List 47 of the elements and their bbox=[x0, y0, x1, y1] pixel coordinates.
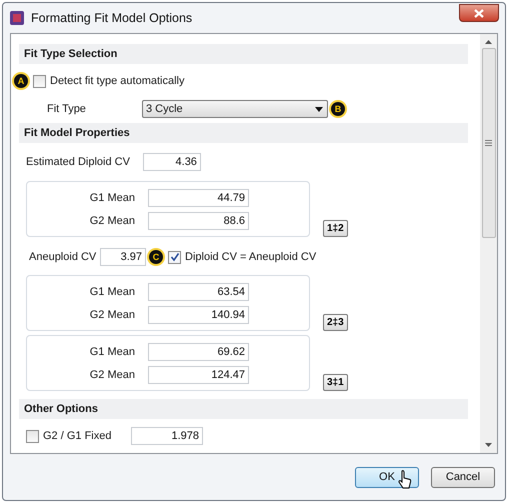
field-label: G2 Mean bbox=[88, 368, 135, 380]
field-label: G1 Mean bbox=[88, 286, 135, 298]
close-icon bbox=[474, 8, 484, 18]
section-header: Fit Model Properties bbox=[19, 123, 468, 143]
field-label: Estimated Diploid CV bbox=[26, 156, 130, 168]
field-label: G2 Mean bbox=[88, 308, 135, 320]
input-field[interactable]: 88.6 bbox=[148, 212, 249, 230]
caret-icon bbox=[315, 106, 323, 112]
checkbox[interactable] bbox=[168, 250, 181, 264]
checkbox[interactable] bbox=[26, 430, 39, 442]
vertical-scrollbar[interactable] bbox=[480, 34, 497, 453]
fit-type-dropdown[interactable]: 3 Cycle bbox=[142, 100, 328, 118]
checkbox-label: Detect fit type automatically bbox=[50, 75, 185, 87]
window-title: Formatting Fit Model Options bbox=[31, 11, 192, 25]
checkbox-label: Diploid CV = Aneuploid CV bbox=[185, 251, 316, 263]
scroll-up-icon[interactable] bbox=[485, 40, 492, 44]
field-label: G1 Mean bbox=[88, 192, 135, 204]
checkbox[interactable] bbox=[33, 74, 46, 88]
cursor-icon bbox=[398, 470, 412, 490]
input-field[interactable]: 63.54 bbox=[148, 282, 249, 300]
input-field[interactable]: 4.36 bbox=[142, 153, 201, 171]
section-header: Fit Type Selection bbox=[19, 44, 468, 64]
section-header: Other Options bbox=[19, 399, 468, 419]
callout-marker: C bbox=[149, 250, 163, 264]
input-field[interactable]: 124.47 bbox=[148, 366, 249, 384]
field-label: Aneuploid CV bbox=[29, 251, 98, 263]
close-button[interactable] bbox=[459, 4, 499, 22]
swap-button[interactable]: 2‡3 bbox=[323, 314, 348, 331]
field-label: G1 Mean bbox=[88, 346, 135, 358]
swap-button[interactable]: 1‡2 bbox=[323, 220, 348, 237]
scrollbar-thumb[interactable] bbox=[482, 48, 496, 238]
input-field[interactable]: 1.978 bbox=[131, 427, 203, 445]
input-field[interactable]: 3.97 bbox=[100, 248, 146, 266]
checkbox-label: G2 / G1 Fixed bbox=[43, 430, 112, 442]
swap-button[interactable]: 3‡1 bbox=[323, 374, 348, 391]
callout-marker: A bbox=[14, 74, 28, 88]
grip-icon bbox=[485, 140, 492, 146]
input-field[interactable]: 69.62 bbox=[148, 342, 249, 360]
input-field[interactable]: 140.94 bbox=[148, 306, 249, 324]
field-label: G2 Mean bbox=[88, 214, 135, 226]
field-label: Fit Type bbox=[47, 103, 87, 115]
scroll-down-icon[interactable] bbox=[485, 443, 492, 447]
ok-button[interactable]: OK bbox=[355, 466, 419, 488]
input-field[interactable]: 44.79 bbox=[148, 188, 249, 206]
callout-marker: B bbox=[331, 102, 345, 116]
cancel-button[interactable]: Cancel bbox=[431, 466, 495, 488]
app-icon bbox=[9, 10, 25, 26]
